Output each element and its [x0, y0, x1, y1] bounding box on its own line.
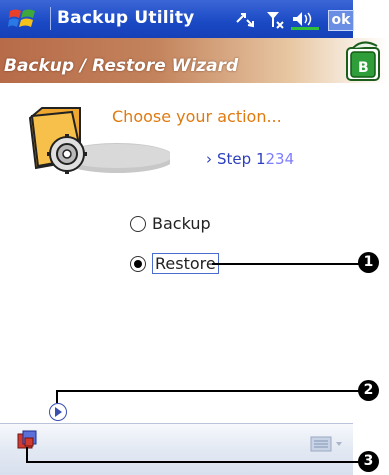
keyboard-icon[interactable] — [310, 436, 346, 452]
chevron-right-icon: › — [206, 150, 212, 168]
start-menu-icon[interactable] — [8, 7, 38, 31]
callout-2: 2 — [358, 380, 379, 401]
callout-line-2 — [56, 390, 361, 392]
restore-label: Restore — [152, 253, 219, 274]
status-icons — [236, 12, 319, 30]
title-bar: Backup Utility ok — [0, 0, 354, 38]
ok-button[interactable]: ok — [328, 10, 354, 31]
backup-radio[interactable] — [130, 215, 146, 232]
backup-option[interactable]: Backup — [130, 214, 211, 233]
callout-leader-2 — [56, 390, 58, 403]
svg-text:B: B — [358, 60, 369, 76]
callout-line-1 — [212, 263, 360, 265]
connectivity-icon — [236, 13, 254, 28]
callout-3: 3 — [358, 451, 379, 472]
callout-line-3 — [26, 461, 361, 463]
step-2: 2 — [265, 150, 276, 168]
restore-radio[interactable] — [130, 255, 146, 272]
wizard-prompt: Choose your action... — [112, 107, 282, 126]
signal-icon — [267, 12, 284, 29]
wizard-title: Backup / Restore Wizard — [4, 56, 239, 76]
step-prefix: Step — [217, 150, 252, 168]
step-3: 3 — [275, 150, 285, 168]
step-4: 4 — [284, 150, 295, 168]
play-icon[interactable] — [49, 403, 67, 421]
restore-option[interactable]: Restore — [130, 253, 219, 274]
bottom-menu-bar — [0, 423, 353, 475]
step-indicator: › Step 1234 — [206, 150, 294, 168]
callout-1: 1 — [358, 252, 379, 273]
callout-leader-3 — [26, 447, 28, 462]
backup-app-icon: B — [346, 41, 380, 81]
backup-label: Backup — [152, 214, 211, 233]
app-title: Backup Utility — [50, 7, 194, 30]
volume-icon — [291, 12, 319, 30]
